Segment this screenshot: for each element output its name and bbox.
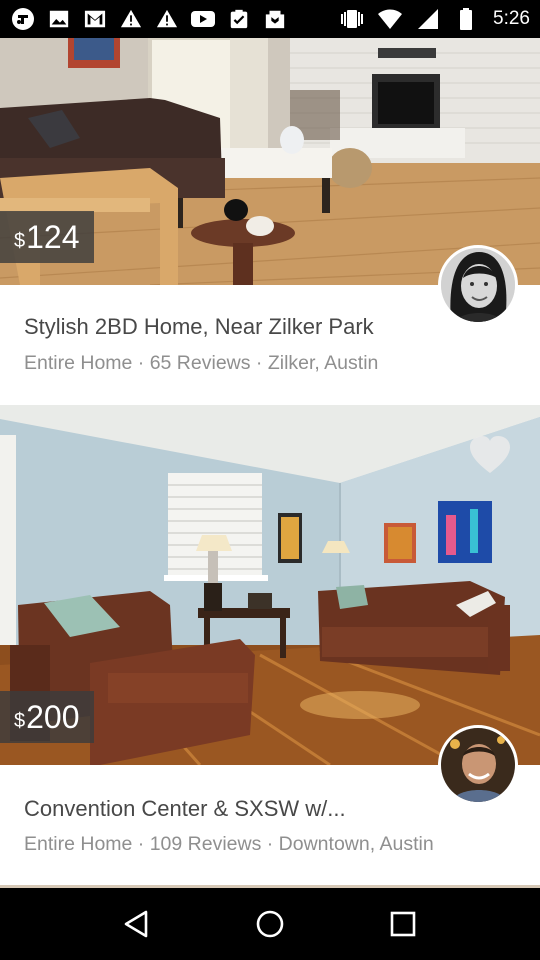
price-tag: $ 124 xyxy=(0,211,94,263)
gallery-icon xyxy=(46,6,72,32)
status-time: 5:26 xyxy=(493,8,530,29)
battery-icon xyxy=(453,6,479,32)
listing-card[interactable]: $ 200 Convention Center & SXSW w/... Ent… xyxy=(0,405,540,885)
vibrate-icon xyxy=(339,6,365,32)
listing-meta: Entire Home · 109 Reviews · Downtown, Au… xyxy=(24,833,434,855)
price-currency: $ xyxy=(14,229,26,252)
system-status: 5:26 xyxy=(339,6,530,32)
host-avatar[interactable] xyxy=(438,245,518,325)
home-icon[interactable] xyxy=(245,899,295,949)
price-tag: $ 200 xyxy=(0,691,94,743)
wifi-icon xyxy=(377,6,403,32)
youtube-icon xyxy=(190,6,216,32)
photos-icon xyxy=(262,6,288,32)
listing-title[interactable]: Stylish 2BD Home, Near Zilker Park xyxy=(24,314,374,340)
price-currency: $ xyxy=(14,709,26,732)
app-screen: 5:26 $ 124 Stylish 2BD Home, Near Zilker… xyxy=(0,0,540,960)
listing-title[interactable]: Convention Center & SXSW w/... xyxy=(24,796,346,822)
status-bar: 5:26 xyxy=(0,0,540,38)
listing-card[interactable]: $ 124 Stylish 2BD Home, Near Zilker Park… xyxy=(0,38,540,405)
warning-icon xyxy=(118,6,144,32)
navigation-bar xyxy=(0,888,540,960)
price-value: 200 xyxy=(26,698,80,735)
back-icon[interactable] xyxy=(112,899,162,949)
cellular-signal-icon xyxy=(415,6,441,32)
warning-icon xyxy=(154,6,180,32)
favorite-heart-icon[interactable] xyxy=(468,435,512,475)
host-avatar[interactable] xyxy=(438,725,518,805)
price-value: 124 xyxy=(26,218,80,255)
listing-meta: Entire Home · 65 Reviews · Zilker, Austi… xyxy=(24,352,379,374)
foursquare-icon xyxy=(10,6,36,32)
gmail-icon xyxy=(82,6,108,32)
recents-icon[interactable] xyxy=(378,899,428,949)
tasks-icon xyxy=(226,6,252,32)
notification-icons xyxy=(10,6,288,32)
